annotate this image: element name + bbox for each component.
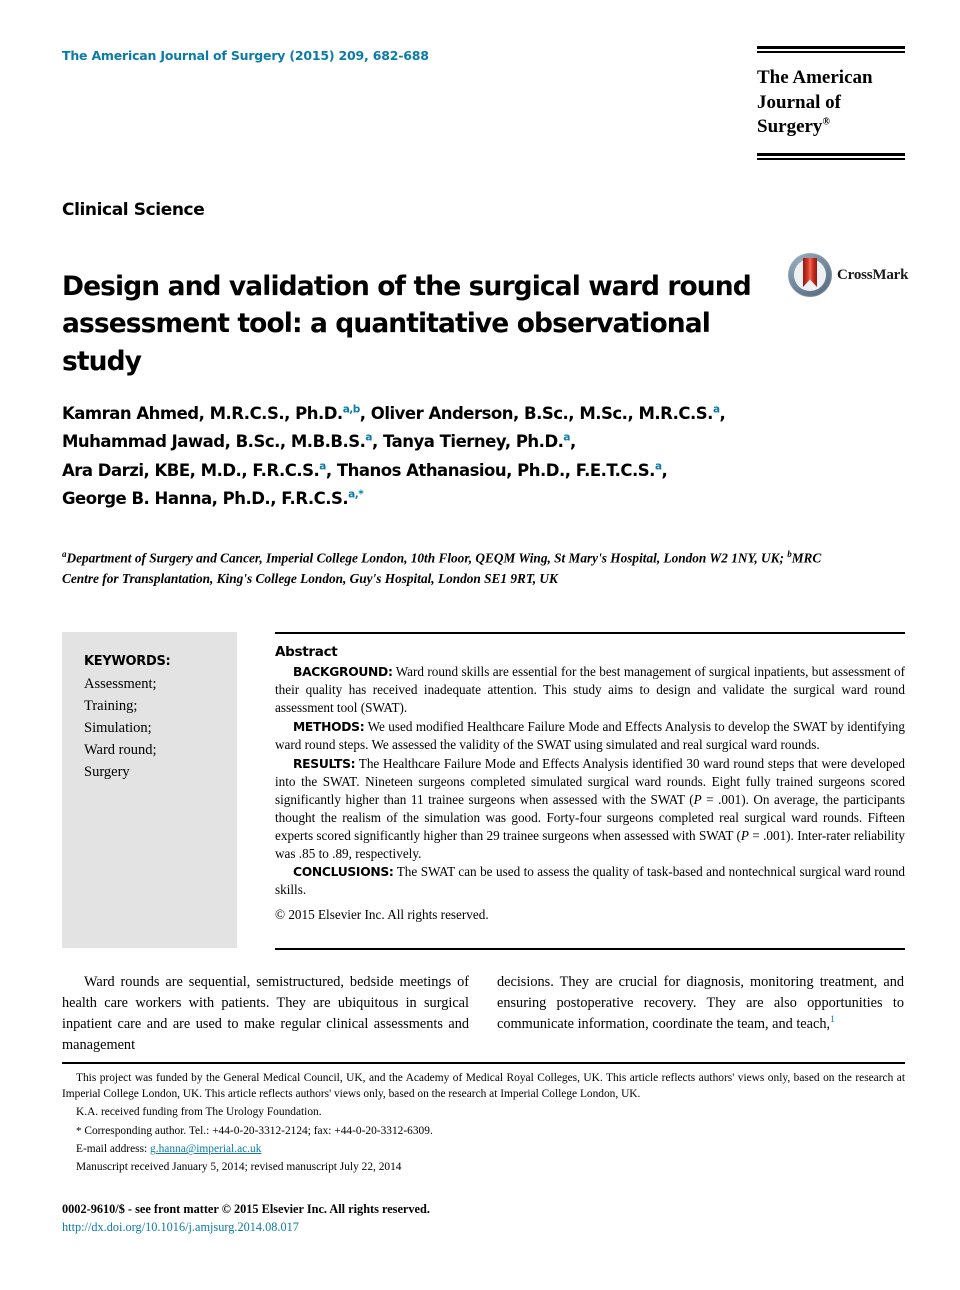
affiliation-marker-corresponding: a,* bbox=[348, 488, 364, 501]
body-columns: Ward rounds are sequential, semistructur… bbox=[62, 972, 905, 1056]
keyword-item: Ward round; bbox=[84, 742, 157, 759]
crossmark-icon bbox=[788, 253, 832, 297]
email-label: E-mail address: bbox=[76, 1143, 151, 1156]
section-label: Clinical Science bbox=[62, 200, 205, 220]
abstract-copyright: © 2015 Elsevier Inc. All rights reserved… bbox=[275, 907, 489, 923]
footnote-manuscript-dates: Manuscript received January 5, 2014; rev… bbox=[76, 1161, 402, 1174]
page-title: Design and validation of the surgical wa… bbox=[62, 270, 752, 377]
author-name: Ara Darzi, KBE, M.D., F.R.C.S. bbox=[62, 460, 320, 480]
bottom-copyright: 0002-9610/$ - see front matter © 2015 El… bbox=[62, 1200, 762, 1237]
author-line-4: George B. Hanna, Ph.D., F.R.C.S.a,* bbox=[62, 488, 364, 509]
keyword-item: Assessment; bbox=[84, 676, 157, 692]
affiliation-marker: a bbox=[654, 460, 662, 473]
affiliation-marker: a bbox=[319, 460, 326, 473]
logo-text: The American Journal of Surgery® bbox=[757, 66, 905, 140]
abstract-results-pvalue-2: P bbox=[740, 827, 749, 843]
abstract-results: RESULTS: The Healthcare Failure Mode and… bbox=[275, 755, 905, 863]
footnote-divider bbox=[62, 1062, 905, 1064]
abstract-conclusions-label: CONCLUSIONS: bbox=[293, 865, 394, 880]
author-name: , Tanya Tierney, Ph.D. bbox=[372, 432, 564, 452]
footnote-corresponding: * Corresponding author. Tel.: +44-0-20-3… bbox=[62, 1123, 905, 1140]
email-link[interactable]: g.hanna@imperial.ac.uk bbox=[150, 1143, 261, 1155]
author-separator: , bbox=[570, 432, 576, 452]
logo-line-1: The American bbox=[757, 67, 873, 88]
journal-reference: The American Journal of Surgery (2015) 2… bbox=[62, 48, 429, 63]
abstract-section: Abstract BACKGROUND: Ward round skills a… bbox=[275, 632, 905, 950]
author-name: , Thanos Athanasiou, Ph.D., F.E.T.C.S. bbox=[325, 460, 656, 480]
body-column-left: Ward rounds are sequential, semistructur… bbox=[62, 972, 469, 1056]
body-text-right: decisions. They are crucial for diagnosi… bbox=[497, 974, 904, 1033]
abstract-heading: Abstract bbox=[275, 644, 338, 660]
keywords-heading: KEYWORDS: bbox=[84, 654, 171, 669]
reference-link[interactable]: 1 bbox=[830, 1015, 835, 1025]
author-line-3: Ara Darzi, KBE, M.D., F.R.C.S.a, Thanos … bbox=[62, 460, 668, 480]
abstract-methods-label: METHODS: bbox=[293, 719, 365, 734]
affiliation-text-a: Department of Surgery and Cancer, Imperi… bbox=[66, 550, 788, 566]
author-separator: , bbox=[719, 404, 726, 423]
logo-trademark: ® bbox=[822, 117, 830, 129]
abstract-background: BACKGROUND: Ward round skills are essent… bbox=[275, 663, 905, 717]
abstract-conclusions: CONCLUSIONS: The SWAT can be used to ass… bbox=[275, 863, 905, 899]
abstract-methods-text: We used modified Healthcare Failure Mode… bbox=[275, 718, 905, 752]
corresponding-author-text: Corresponding author. Tel.: +44-0-20-331… bbox=[81, 1124, 433, 1137]
crossmark-label: CrossMark bbox=[837, 266, 909, 283]
logo-rule-top bbox=[757, 46, 905, 53]
affiliations: aDepartment of Surgery and Cancer, Imper… bbox=[62, 548, 852, 590]
body-paragraph-right: decisions. They are crucial for diagnosi… bbox=[497, 972, 904, 1035]
abstract-background-label: BACKGROUND: bbox=[293, 665, 393, 679]
logo-line-2: Journal of Surgery bbox=[757, 91, 841, 138]
abstract-results-pvalue-1: P bbox=[693, 791, 702, 807]
footnote-email: E-mail address: g.hanna@imperial.ac.uk bbox=[62, 1141, 905, 1157]
keyword-item: Surgery bbox=[84, 764, 130, 781]
body-paragraph-left: Ward rounds are sequential, semistructur… bbox=[62, 974, 469, 1054]
abstract-results-label: RESULTS: bbox=[293, 756, 356, 771]
crossmark-badge[interactable]: CrossMark bbox=[788, 252, 909, 298]
footnote-funding: This project was funded by the General M… bbox=[62, 1072, 905, 1101]
author-name: George B. Hanna, Ph.D., F.R.C.S. bbox=[62, 489, 349, 509]
masthead: The American Journal of Surgery (2015) 2… bbox=[62, 48, 662, 63]
keyword-item: Simulation; bbox=[84, 720, 152, 737]
keywords-box: KEYWORDS: Assessment; Training; Simulati… bbox=[62, 632, 237, 948]
affiliation-marker: a,b bbox=[342, 403, 361, 416]
article-page: The American Journal of Surgery (2015) 2… bbox=[0, 0, 960, 1290]
author-name: Muhammad Jawad, B.Sc., M.B.B.S. bbox=[62, 432, 366, 452]
author-line-2: Muhammad Jawad, B.Sc., M.B.B.S.a, Tanya … bbox=[62, 432, 576, 452]
affiliation-marker: a bbox=[712, 403, 720, 416]
issn-line: 0002-9610/$ - see front matter © 2015 El… bbox=[62, 1202, 430, 1216]
author-name: Kamran Ahmed, M.R.C.S., Ph.D. bbox=[62, 404, 343, 423]
doi-link[interactable]: http://dx.doi.org/10.1016/j.amjsurg.2014… bbox=[62, 1220, 299, 1234]
keyword-item: Training; bbox=[84, 698, 138, 715]
logo-rule-bottom bbox=[757, 153, 905, 161]
footnotes: This project was funded by the General M… bbox=[62, 1070, 905, 1178]
author-name: , Oliver Anderson, B.Sc., M.Sc., M.R.C.S… bbox=[359, 404, 714, 423]
abstract-methods: METHODS: We used modified Healthcare Fai… bbox=[275, 718, 905, 754]
author-line-1: Kamran Ahmed, M.R.C.S., Ph.D.a,b, Oliver… bbox=[62, 403, 726, 424]
body-column-right: decisions. They are crucial for diagnosi… bbox=[497, 972, 904, 1056]
journal-logo: The American Journal of Surgery® bbox=[757, 46, 905, 161]
author-list: Kamran Ahmed, M.R.C.S., Ph.D.a,b, Oliver… bbox=[62, 400, 862, 514]
author-separator: , bbox=[661, 460, 668, 480]
footnote-urology: K.A. received funding from The Urology F… bbox=[76, 1106, 322, 1119]
